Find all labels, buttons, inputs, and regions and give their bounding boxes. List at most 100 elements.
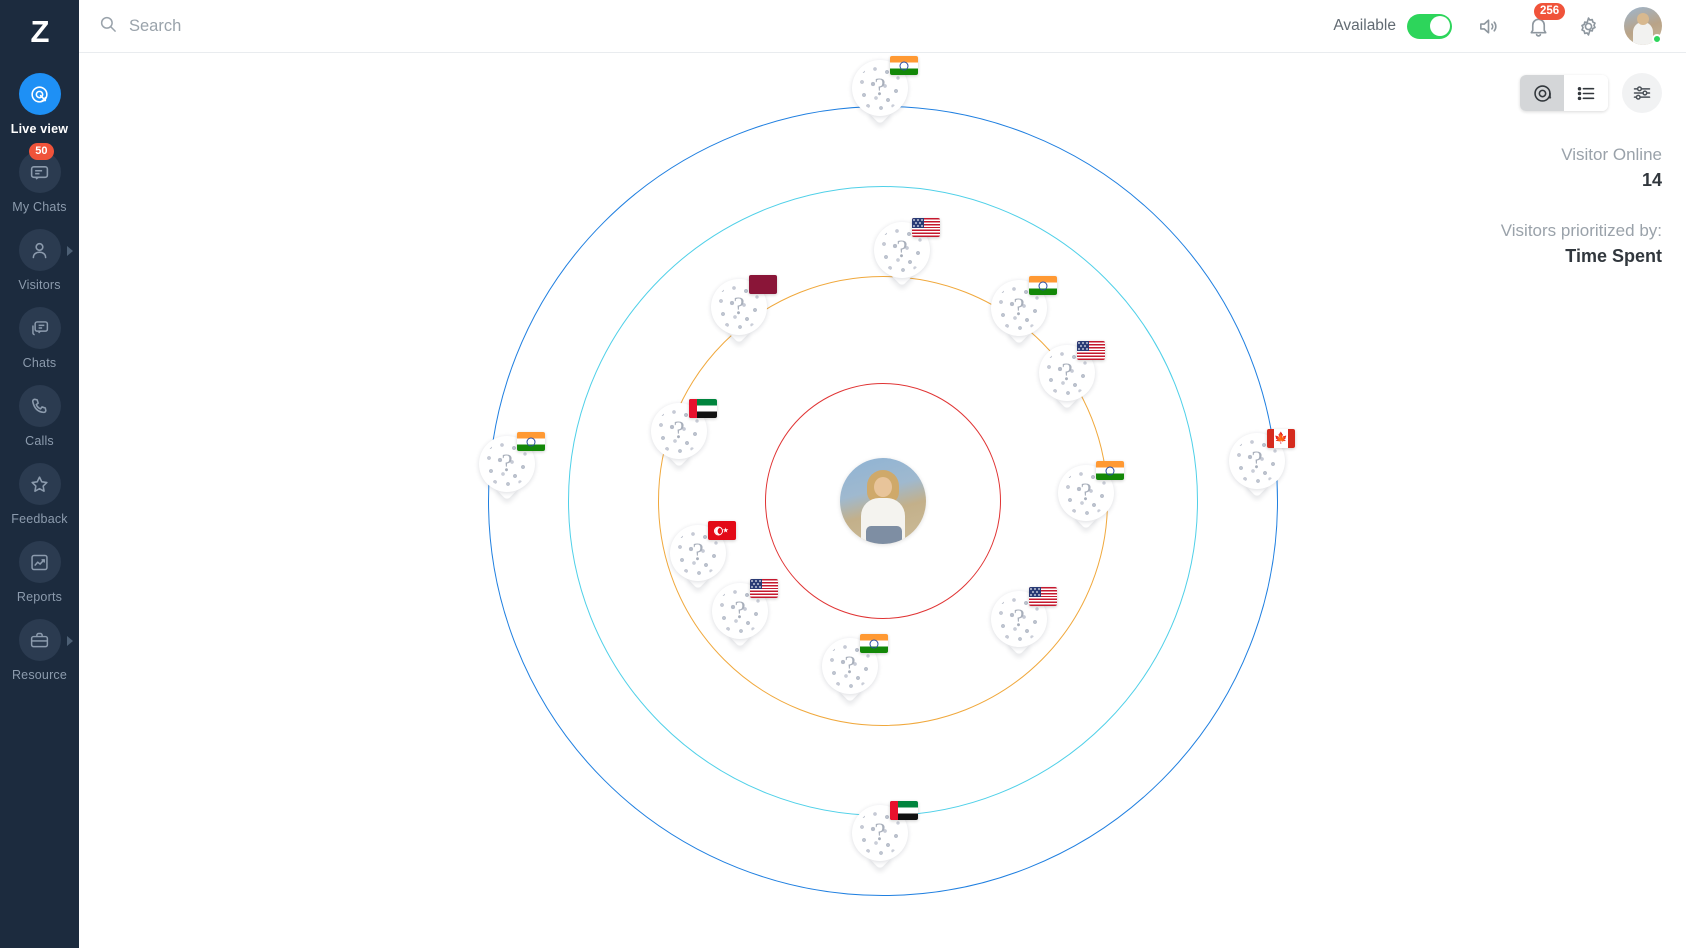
availability-label: Available [1333, 17, 1396, 34]
user-icon [18, 229, 61, 271]
unknown-visitor-icon: ? [896, 236, 908, 263]
availability-toggle[interactable] [1407, 13, 1452, 39]
chat-bubble-icon: 50 [18, 143, 61, 193]
country-flag-icon [708, 521, 736, 540]
country-flag-icon [749, 275, 777, 294]
main-content: Available [79, 0, 1686, 948]
visitor-online-block: Visitor Online 14 [1356, 145, 1662, 191]
unknown-visitor-icon: ? [1251, 447, 1263, 474]
unknown-visitor-icon: ? [734, 597, 746, 624]
country-flag-icon [912, 218, 940, 237]
search-container[interactable] [99, 15, 1333, 38]
visitor-pin[interactable]: ? [1058, 461, 1124, 530]
sidebar-item-label: Visitors [18, 278, 61, 292]
sidebar-item-label: Reports [16, 590, 63, 604]
visitor-pin[interactable]: ? [711, 275, 777, 344]
country-flag-icon [1029, 276, 1057, 295]
chats-icon [18, 307, 61, 349]
chevron-right-icon [67, 246, 73, 256]
country-flag-icon [890, 56, 918, 75]
search-icon [99, 15, 117, 38]
prioritized-block: Visitors prioritized by: Time Spent [1356, 221, 1662, 267]
visitor-pin[interactable]: ? [479, 432, 545, 501]
country-flag-icon [689, 399, 717, 418]
unknown-visitor-icon: ? [1013, 605, 1025, 632]
profile-avatar[interactable] [1624, 7, 1662, 45]
sidebar-item-label: Resource [11, 668, 68, 682]
country-flag-icon [750, 579, 778, 598]
sidebar-nav: Live view 50 My Chats Visitors Chats Calls Fee… [0, 58, 79, 682]
sidebar-item-reports[interactable]: Reports [0, 541, 79, 604]
sidebar-item-my-chats[interactable]: 50 My Chats [0, 143, 79, 214]
unknown-visitor-icon: ? [844, 652, 856, 679]
notifications-button[interactable]: 256 [1524, 3, 1566, 40]
visitor-online-label: Visitor Online [1561, 145, 1662, 164]
sidebar-item-label: Live view [10, 122, 69, 136]
sidebar: Z Live view 50 My Chats Visitors Chats Calls F… [0, 0, 79, 948]
speaker-icon[interactable] [1474, 12, 1502, 40]
visitor-online-count: 14 [1641, 170, 1662, 190]
status-badge [1652, 34, 1662, 44]
toggle-knob [1429, 16, 1450, 36]
agent-center-avatar[interactable] [839, 457, 926, 544]
star-icon [18, 463, 61, 505]
chevron-right-icon [67, 636, 73, 646]
filter-button[interactable] [1622, 73, 1662, 113]
view-controls [1356, 73, 1662, 113]
brand-logo[interactable]: Z [0, 6, 79, 58]
unknown-visitor-icon: ? [1080, 479, 1092, 506]
country-flag-icon [1267, 429, 1295, 448]
unknown-visitor-icon: ? [1061, 359, 1073, 386]
view-toggle-group [1520, 75, 1608, 111]
visitor-pin[interactable]: ? [852, 801, 918, 870]
sidebar-item-label: Calls [25, 434, 54, 448]
unknown-visitor-icon: ? [1013, 294, 1025, 321]
visitor-pin[interactable]: ? [991, 587, 1057, 656]
visitor-pin[interactable]: ? [712, 579, 778, 648]
sidebar-badge: 50 [29, 143, 54, 160]
country-flag-icon [1096, 461, 1124, 480]
visitor-pin[interactable]: ? [670, 521, 736, 590]
sidebar-item-chats[interactable]: Chats [0, 307, 79, 370]
sidebar-item-feedback[interactable]: Feedback [0, 463, 79, 526]
country-flag-icon [890, 801, 918, 820]
app-root: Z Live view 50 My Chats Visitors Chats Calls F… [0, 0, 1686, 948]
sidebar-item-resource[interactable]: Resource [0, 619, 79, 682]
gear-icon[interactable] [1574, 12, 1602, 40]
sidebar-item-label: Feedback [11, 512, 68, 526]
sidebar-item-label: My Chats [12, 200, 67, 214]
visitor-pin[interactable]: ? [991, 276, 1057, 345]
right-panel: Visitor Online 14 Visitors prioritized b… [1356, 53, 1686, 267]
prioritized-value[interactable]: Time Spent [1356, 246, 1662, 267]
visitor-pin[interactable]: ? [852, 56, 918, 125]
unknown-visitor-icon: ? [692, 539, 704, 566]
topbar-actions: Available 256 [1333, 3, 1662, 45]
unknown-visitor-icon: ? [501, 450, 513, 477]
visitor-pin[interactable]: ? [822, 634, 888, 703]
prioritized-label: Visitors prioritized by: [1500, 221, 1662, 240]
sidebar-item-calls[interactable]: Calls [0, 385, 79, 448]
live-view-icon [18, 73, 61, 115]
unknown-visitor-icon: ? [673, 417, 685, 444]
avatar-legs [865, 525, 902, 544]
radar-view-button[interactable] [1520, 75, 1564, 111]
visitor-pin[interactable]: ? [1229, 429, 1295, 498]
country-flag-icon [860, 634, 888, 653]
country-flag-icon [1029, 587, 1057, 606]
sidebar-item-visitors[interactable]: Visitors [0, 229, 79, 292]
visitor-pin[interactable]: ? [651, 399, 717, 468]
visitor-pin[interactable]: ? [1039, 341, 1105, 410]
unknown-visitor-icon: ? [874, 819, 886, 846]
sidebar-item-live-view[interactable]: Live view [0, 73, 79, 136]
country-flag-icon [1077, 341, 1105, 360]
list-view-button[interactable] [1564, 75, 1608, 111]
search-input[interactable] [129, 16, 529, 36]
unknown-visitor-icon: ? [874, 74, 886, 101]
notification-badge: 256 [1534, 3, 1566, 20]
top-bar: Available [79, 0, 1686, 53]
visitor-pin[interactable]: ? [874, 218, 940, 287]
unknown-visitor-icon: ? [733, 293, 745, 320]
report-chart-icon [18, 541, 61, 583]
avatar-face [873, 476, 892, 497]
availability-control[interactable]: Available [1333, 13, 1452, 39]
